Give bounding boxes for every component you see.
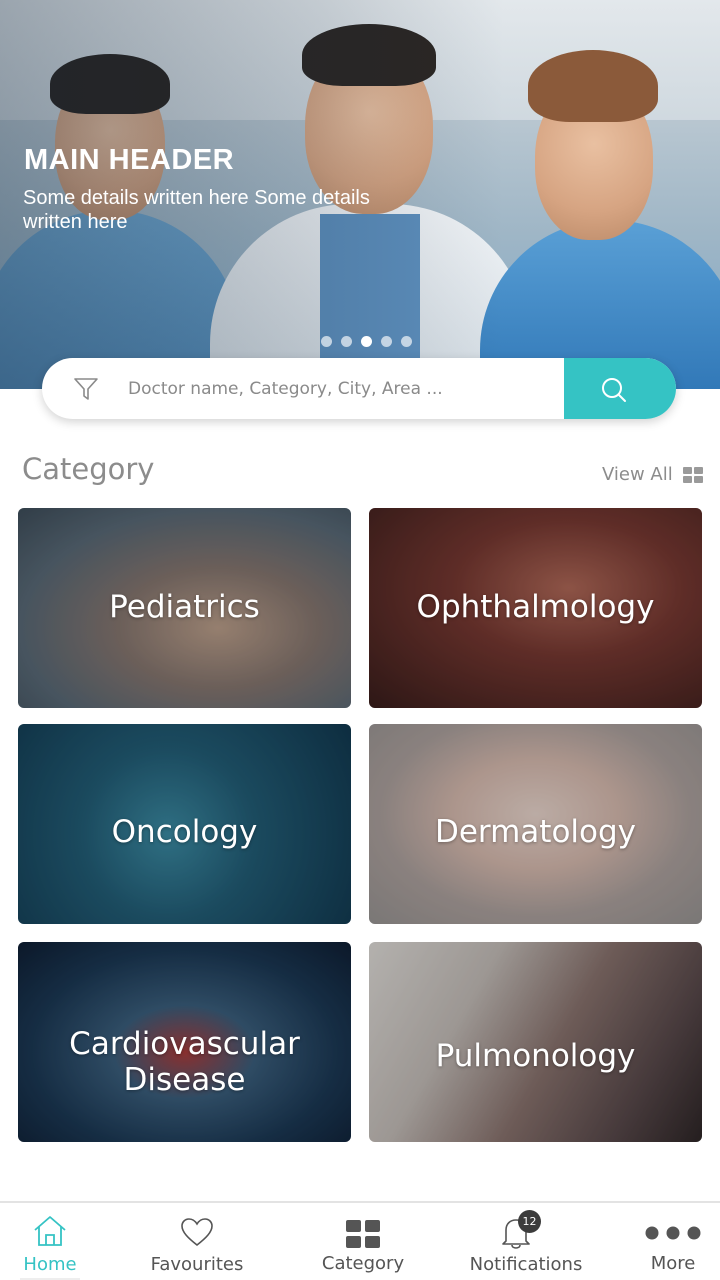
nav-home[interactable]: Home [0, 1203, 100, 1280]
nav-label: Favourites [150, 1254, 244, 1275]
hero-banner[interactable]: MAIN HEADER Some details written here So… [0, 0, 720, 389]
nav-label: Category [321, 1253, 405, 1274]
notification-badge: 12 [518, 1210, 541, 1233]
category-card-oncology[interactable]: Oncology [18, 724, 351, 924]
carousel-dot[interactable] [381, 336, 392, 347]
carousel-dot[interactable] [321, 336, 332, 347]
category-card-label: Dermatology [434, 814, 637, 850]
category-card-label: Ophthalmology [416, 589, 655, 625]
nav-label: Home [23, 1254, 77, 1275]
search-input[interactable] [128, 358, 558, 419]
category-card-dermatology[interactable]: Dermatology [369, 724, 702, 924]
grid-icon [682, 466, 703, 483]
hero-title: MAIN HEADER [24, 144, 235, 176]
search-bar [42, 358, 676, 419]
carousel-dot-active[interactable] [361, 336, 372, 347]
category-section-title: Category [22, 452, 155, 486]
more-dots-icon [644, 1225, 702, 1246]
carousel-dot[interactable] [341, 336, 352, 347]
nav-label: More [650, 1253, 696, 1274]
search-button[interactable] [564, 358, 676, 419]
nav-favourites[interactable]: Favourites [146, 1203, 248, 1280]
category-card-label: Pulmonology [435, 1038, 636, 1074]
category-card-pulmonology[interactable]: Pulmonology [369, 942, 702, 1142]
category-card-ophthalmology[interactable]: Ophthalmology [369, 508, 702, 708]
heart-icon [180, 1217, 214, 1252]
nav-category[interactable]: Category [313, 1203, 413, 1280]
nav-more[interactable]: More [634, 1203, 712, 1280]
home-icon [32, 1214, 68, 1253]
category-card-label: Cardiovascular Disease [69, 1026, 300, 1098]
nav-label: Notifications [469, 1254, 583, 1275]
grid-icon [345, 1219, 381, 1254]
category-card-cardiovascular[interactable]: Cardiovascular Disease [18, 942, 351, 1142]
bottom-nav: Home Favourites Category Notifications M… [0, 1201, 720, 1280]
carousel-dot[interactable] [401, 336, 412, 347]
carousel-dots[interactable] [321, 336, 412, 347]
category-card-pediatrics[interactable]: Pediatrics [18, 508, 351, 708]
hero-subtitle: Some details written here Some details w… [23, 187, 370, 233]
category-card-label: Pediatrics [109, 589, 260, 625]
category-card-label: Oncology [111, 814, 258, 850]
view-all-label: View All [602, 464, 673, 485]
filter-icon[interactable] [72, 375, 100, 403]
view-all-link[interactable]: View All [602, 464, 703, 485]
